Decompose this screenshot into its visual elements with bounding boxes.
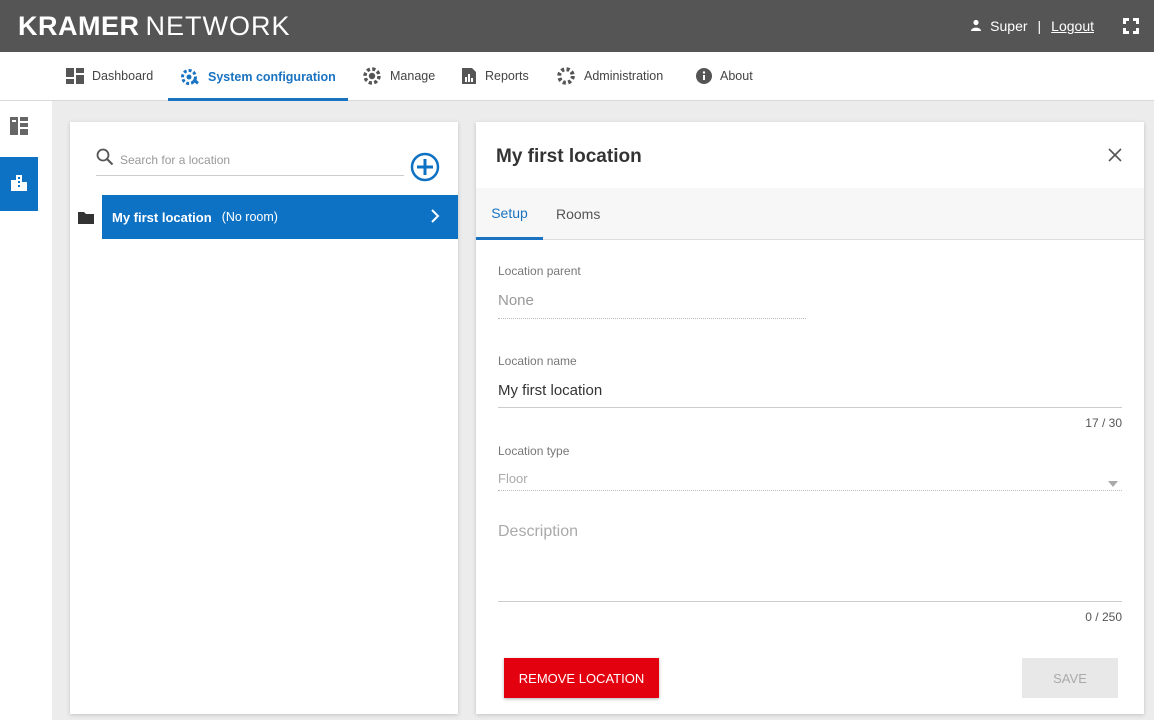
building-icon — [10, 173, 28, 196]
nav-manage[interactable]: Manage — [362, 52, 435, 100]
location-name-label: Location name — [498, 354, 577, 368]
location-name-counter: 17 / 30 — [1085, 416, 1122, 430]
info-icon — [696, 68, 712, 84]
user-icon — [970, 18, 982, 34]
brand-logo: KRAMER NETWORK — [18, 11, 291, 42]
top-bar: KRAMER NETWORK Super | Logout — [0, 0, 1154, 52]
tab-rooms[interactable]: Rooms — [556, 188, 600, 240]
location-type-select[interactable]: Floor — [498, 471, 528, 486]
brand-light: NETWORK — [145, 11, 291, 41]
folder-icon — [70, 195, 102, 239]
location-search — [96, 144, 404, 176]
main-nav: Dashboard System configuration Manage Re… — [0, 52, 1154, 101]
nav-about[interactable]: About — [696, 52, 753, 100]
nav-about-label: About — [720, 69, 753, 83]
nav-administration[interactable]: Administration — [556, 52, 663, 100]
nav-system-configuration[interactable]: System configuration — [168, 52, 348, 101]
locations-panel: My first location (No room) — [70, 122, 458, 714]
description-underline — [498, 601, 1122, 602]
detail-tabs: Setup Rooms — [476, 188, 1144, 240]
fullscreen-icon[interactable] — [1122, 17, 1140, 40]
rail-locations-button[interactable] — [0, 157, 38, 211]
search-icon — [96, 148, 114, 171]
side-rail — [0, 101, 52, 720]
search-input[interactable] — [120, 152, 390, 167]
location-name-underline — [498, 407, 1122, 408]
location-parent-field[interactable]: None — [498, 292, 534, 309]
rail-devices-button[interactable] — [0, 101, 38, 155]
nav-system-configuration-label: System configuration — [208, 69, 336, 84]
nav-dashboard[interactable]: Dashboard — [66, 52, 153, 100]
remove-location-button[interactable]: REMOVE LOCATION — [504, 658, 659, 698]
reports-icon — [461, 67, 477, 85]
location-detail-panel: My first location Setup Rooms Location p… — [476, 122, 1144, 714]
save-button[interactable]: SAVE — [1022, 658, 1118, 698]
brand-bold: KRAMER — [18, 11, 140, 41]
devices-icon — [9, 116, 29, 141]
nav-dashboard-label: Dashboard — [92, 69, 154, 83]
detail-title: My first location — [496, 146, 642, 167]
user-separator: | — [1037, 18, 1042, 34]
add-location-button[interactable] — [410, 152, 440, 187]
nav-reports[interactable]: Reports — [461, 52, 529, 100]
location-list-item[interactable]: My first location (No room) — [70, 195, 458, 239]
tab-setup[interactable]: Setup — [476, 188, 543, 240]
location-item-rooms: (No room) — [221, 210, 278, 224]
administration-icon — [556, 66, 576, 86]
close-icon[interactable] — [1108, 148, 1122, 167]
gear-icon — [362, 66, 382, 86]
nav-reports-label: Reports — [485, 69, 529, 83]
chevron-right-icon — [430, 208, 440, 229]
location-parent-label: Location parent — [498, 264, 581, 278]
location-type-underline — [498, 490, 1122, 491]
user-box: Super | Logout — [970, 18, 1094, 34]
location-item-name: My first location — [112, 209, 212, 225]
location-type-label: Location type — [498, 444, 570, 458]
description-counter: 0 / 250 — [1085, 610, 1122, 624]
dashboard-icon — [66, 68, 84, 84]
nav-administration-label: Administration — [584, 69, 664, 83]
nav-manage-label: Manage — [390, 69, 436, 83]
description-field[interactable]: Description — [498, 523, 578, 541]
location-name-field[interactable]: My first location — [498, 382, 602, 399]
logout-link[interactable]: Logout — [1051, 18, 1094, 34]
user-name[interactable]: Super — [990, 18, 1027, 34]
location-parent-underline — [498, 318, 806, 319]
system-config-icon — [180, 68, 200, 86]
